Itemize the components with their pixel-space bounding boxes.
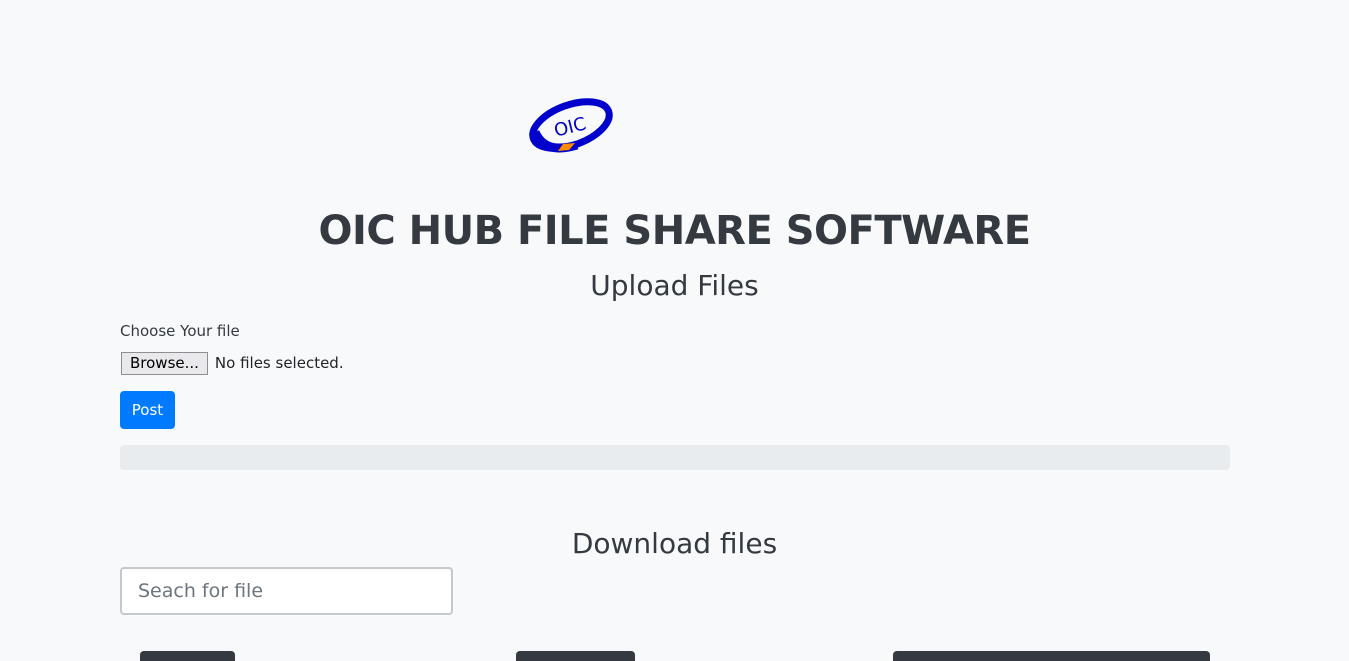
file-selection-status: No files selected. xyxy=(214,354,344,372)
upload-progress-bar xyxy=(120,445,1230,470)
download-section-title: Download files xyxy=(571,527,778,560)
oic-logo-text: OIC xyxy=(552,113,588,141)
file-input-label: Choose Your file xyxy=(120,322,240,340)
file-card xyxy=(140,651,235,661)
file-input[interactable]: Browse... No files selected. xyxy=(121,351,344,375)
post-button[interactable]: Post xyxy=(120,391,175,429)
file-search-input[interactable] xyxy=(120,567,453,615)
oic-logo-mark: OIC xyxy=(529,98,613,153)
oic-logo: OIC xyxy=(525,97,617,155)
page-title: OIC HUB FILE SHARE SOFTWARE xyxy=(318,208,1031,254)
file-card xyxy=(893,651,1210,661)
browse-button[interactable]: Browse... xyxy=(121,351,208,375)
upload-section-title: Upload Files xyxy=(590,269,759,302)
file-card xyxy=(516,651,635,661)
